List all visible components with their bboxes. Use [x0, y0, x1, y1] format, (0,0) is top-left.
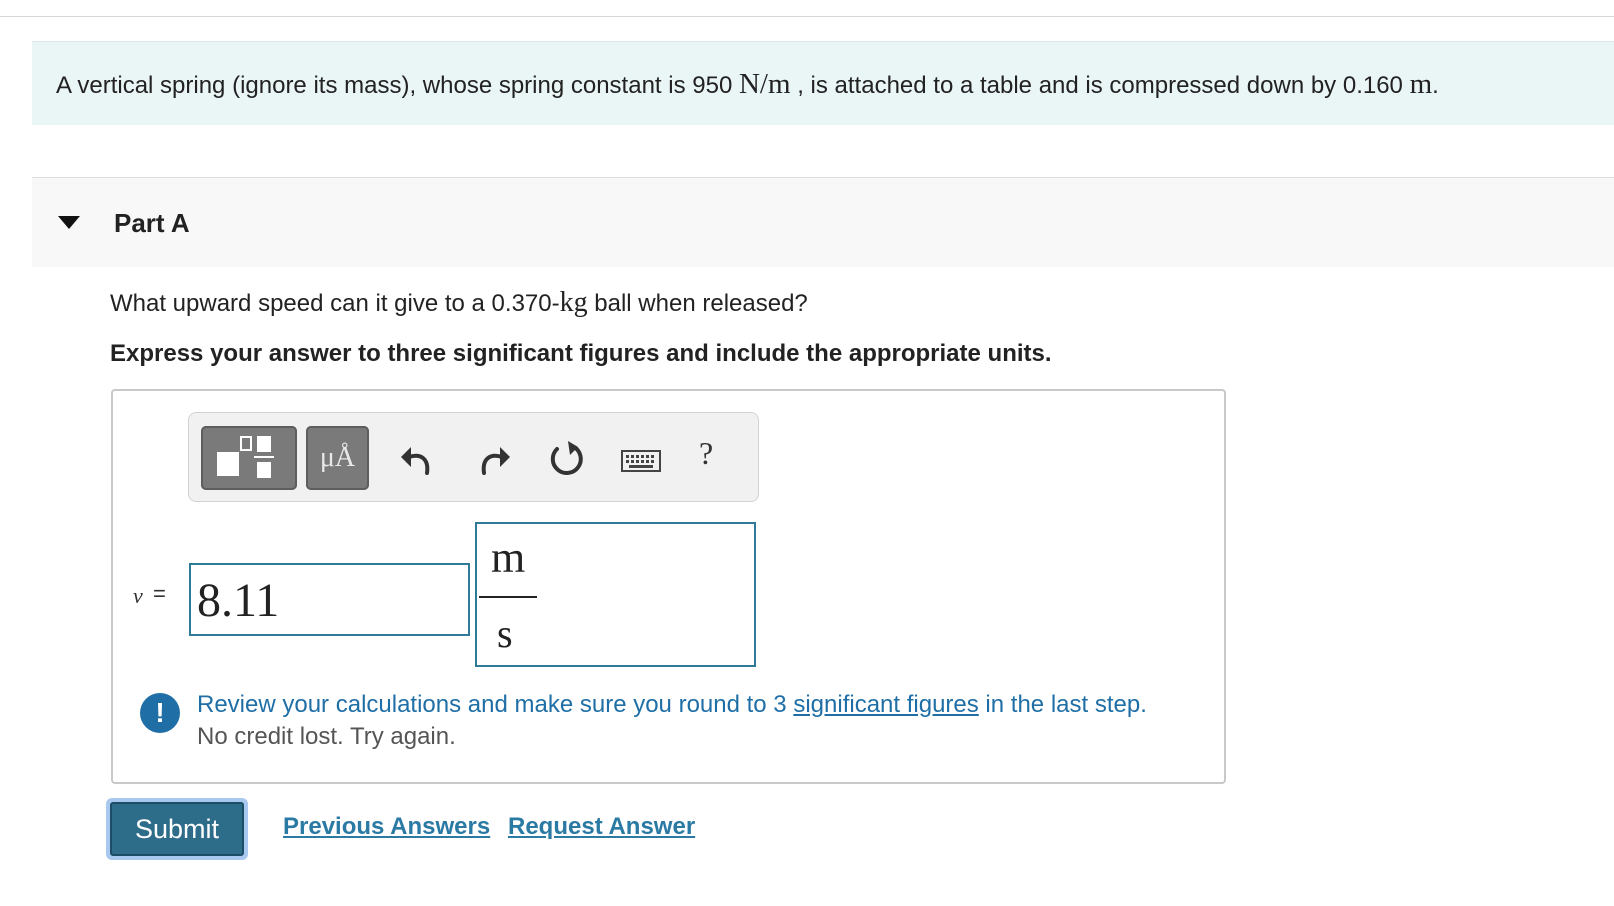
- reset-icon[interactable]: [546, 439, 586, 479]
- question-text: What upward speed can it give to a 0.370…: [110, 287, 808, 318]
- significant-figures-link[interactable]: significant figures: [793, 691, 978, 718]
- value-input-text: 8.11: [197, 574, 280, 627]
- units-input[interactable]: m s: [475, 522, 756, 667]
- units-icon: μÅ: [319, 442, 356, 473]
- templates-button[interactable]: [201, 426, 297, 490]
- keyboard-icon[interactable]: [619, 439, 663, 479]
- equals-sign: =: [153, 581, 166, 606]
- spring-constant-unit: N/m: [738, 68, 791, 100]
- units-button[interactable]: μÅ: [306, 426, 369, 490]
- submit-button-label: Submit: [110, 802, 244, 856]
- problem-intro: A vertical spring (ignore its mass), who…: [32, 41, 1614, 125]
- problem-statement: A vertical spring (ignore its mass), who…: [56, 68, 1439, 100]
- templates-icon: [217, 436, 274, 478]
- value-input[interactable]: 8.11: [189, 563, 470, 636]
- feedback-message: Review your calculations and make sure y…: [197, 691, 1147, 718]
- part-title: Part A: [114, 208, 190, 238]
- compression-unit: m: [1409, 68, 1433, 100]
- top-divider: [0, 16, 1614, 17]
- collapse-caret-icon[interactable]: [58, 216, 80, 229]
- previous-answers-link[interactable]: Previous Answers: [283, 813, 490, 841]
- submit-button[interactable]: Submit: [106, 798, 248, 860]
- undo-icon[interactable]: [397, 439, 437, 479]
- help-button[interactable]: ?: [699, 435, 713, 472]
- redo-icon[interactable]: [474, 439, 514, 479]
- fraction-bar: [479, 596, 537, 598]
- math-toolbar: μÅ ?: [188, 412, 759, 502]
- unit-denominator: s: [497, 611, 513, 656]
- alert-icon: !: [140, 693, 180, 733]
- request-answer-link[interactable]: Request Answer: [508, 813, 695, 841]
- answer-box: μÅ ? v = 8.11 m s ! Review your calculat…: [111, 389, 1226, 784]
- answer-variable: v: [133, 583, 143, 608]
- unit-numerator: m: [491, 533, 526, 582]
- feedback-subtext: No credit lost. Try again.: [197, 723, 456, 750]
- instruction-text: Express your answer to three significant…: [110, 340, 1052, 367]
- part-a-header[interactable]: Part A: [32, 177, 1614, 267]
